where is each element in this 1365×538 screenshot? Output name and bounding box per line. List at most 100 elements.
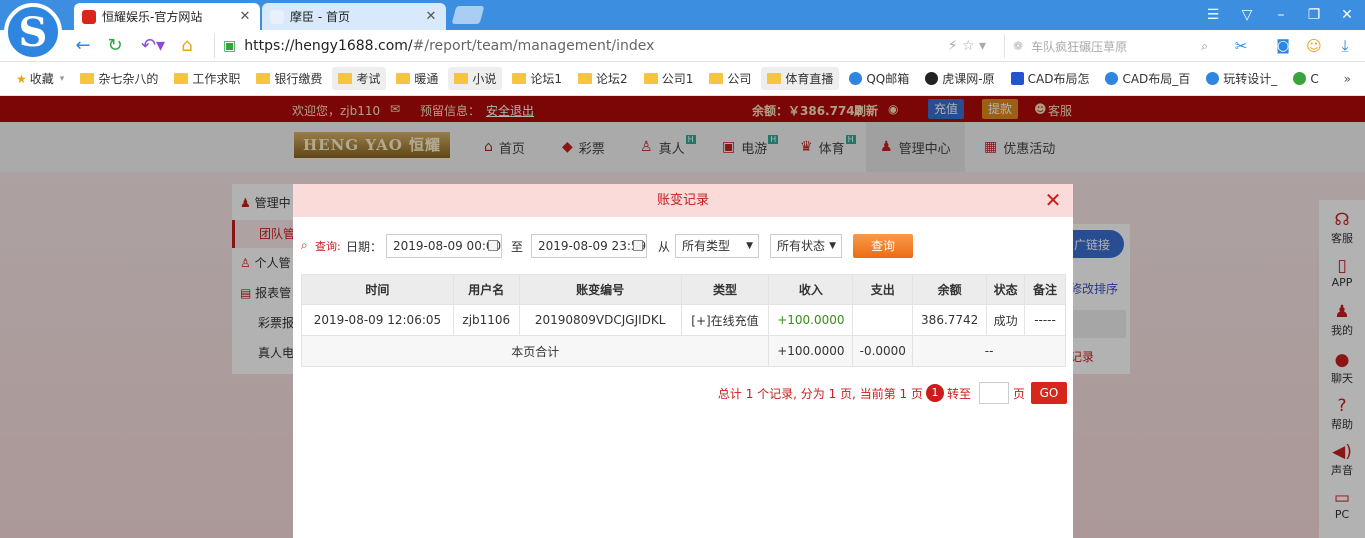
close-icon[interactable]: ✕ <box>1041 188 1065 212</box>
bookmark-folder[interactable]: 公司 <box>703 67 757 90</box>
close-window-icon[interactable]: ✕ <box>1336 4 1358 26</box>
bookmark-link[interactable]: CAD布局怎 <box>1005 67 1096 90</box>
status-select[interactable]: 所有状态 ▼ <box>770 234 842 258</box>
column-header: 余额 <box>912 274 988 305</box>
cad-icon <box>1010 72 1024 85</box>
bookmark-folder[interactable]: 银行缴费 <box>250 67 328 90</box>
chevron-down-icon: ▼ <box>829 241 836 251</box>
summary-row: 本页合计 +100.0000 -0.0000 -- <box>300 335 1066 367</box>
address-bar: ← ↻ ↶▾ ⌂ ▣ https://hengy1688.com/#/repor… <box>0 30 1365 62</box>
table-header-row: 时间 用户名 账变编号 类型 收入 支出 余额 状态 备注 <box>301 274 1066 305</box>
maximize-icon[interactable]: ❐ <box>1303 4 1325 26</box>
folder-icon <box>454 73 469 84</box>
site-favicon-icon <box>270 9 284 24</box>
download-icon[interactable]: ⤓ <box>1334 35 1356 57</box>
cell-id: 20190809VDCJGJIDKL <box>518 304 682 336</box>
bookmark-link[interactable]: 玩转设计_ <box>1200 67 1283 90</box>
folder-icon <box>512 73 527 84</box>
skin-icon[interactable]: ▽ <box>1236 4 1258 26</box>
column-header: 用户名 <box>452 274 520 305</box>
browser-logo-icon[interactable]: S <box>4 3 62 61</box>
search-placeholder: 车队疯狂碾压草原 <box>1031 39 1128 54</box>
back-icon[interactable]: ← <box>72 35 94 57</box>
modal-title: 账变记录 <box>656 193 709 208</box>
search-input[interactable]: ❁ 车队疯狂碾压草原 ⌕ <box>1004 34 1214 58</box>
bookmark-folder[interactable]: 工作求职 <box>168 67 246 90</box>
close-tab-icon[interactable]: ✕ <box>238 9 252 24</box>
close-tab-icon[interactable]: ✕ <box>424 9 438 24</box>
current-page-badge[interactable]: 1 <box>925 384 944 402</box>
bookmark-folder[interactable]: 体育直播 <box>761 67 840 90</box>
from-label: 从 <box>658 240 671 254</box>
calendar-icon <box>488 240 498 251</box>
calendar-icon <box>633 240 643 251</box>
tiger-icon <box>925 72 939 85</box>
search-icon[interactable]: ⌕ <box>1201 39 1208 54</box>
star-icon: ★ <box>16 71 27 86</box>
query-row: ⌕ 查询: 日期： 2019-08-09 00:00 至 2019-08-09 … <box>301 234 1061 258</box>
page-number-input[interactable] <box>978 382 1009 404</box>
reload-icon[interactable]: ↻ <box>104 35 126 57</box>
more-bookmarks-icon[interactable]: » <box>1344 72 1351 86</box>
menu-icon[interactable]: ☰ <box>1202 4 1224 26</box>
folder-icon <box>709 73 724 84</box>
cell-time: 2019-08-09 12:06:05 <box>301 304 454 336</box>
tab-hengyao[interactable]: 恒耀娱乐-官方网站 ✕ <box>74 3 260 30</box>
bookmark-folder[interactable]: 暖通 <box>390 67 444 90</box>
start-date-input[interactable]: 2019-08-09 00:00 <box>386 234 502 258</box>
undo-icon[interactable]: ↶▾ <box>138 35 168 57</box>
bookmark-folder[interactable]: 杂七杂八的 <box>74 67 164 90</box>
bookmark-folder[interactable]: 考试 <box>332 67 387 90</box>
folder-icon <box>396 73 411 84</box>
summary-expense: -0.0000 <box>852 335 914 367</box>
cell-note: ----- <box>1024 304 1066 336</box>
link-icon <box>1293 72 1307 85</box>
tab-title: 摩臣 - 首页 <box>290 10 350 24</box>
new-tab-button[interactable] <box>451 6 485 24</box>
emoji-icon[interactable]: ☺ <box>1303 35 1325 57</box>
column-header: 备注 <box>1024 274 1066 305</box>
tab-title: 恒耀娱乐-官方网站 <box>102 10 203 24</box>
scissors-icon[interactable]: ✂ <box>1230 35 1252 57</box>
bookmark-link[interactable]: 虎课网-原 <box>919 67 1000 90</box>
tab-mochen[interactable]: 摩臣 - 首页 ✕ <box>262 3 446 30</box>
url-field[interactable]: ▣ https://hengy1688.com/#/report/team/ma… <box>214 34 994 58</box>
bookmark-link[interactable]: CAD布局_百 <box>1099 67 1196 90</box>
column-header: 账变编号 <box>518 274 682 305</box>
bookmark-folder[interactable]: 公司1 <box>638 67 700 90</box>
bookmark-folder[interactable]: 论坛1 <box>506 67 568 90</box>
column-header: 支出 <box>852 274 914 305</box>
bookmark-link[interactable]: QQ邮箱 <box>843 67 915 90</box>
column-header: 类型 <box>680 274 770 305</box>
bookmark-folder[interactable]: 论坛2 <box>572 67 634 90</box>
jump-label: 转至 <box>946 386 971 401</box>
baidu-paw-icon <box>1206 72 1220 85</box>
translate-icon[interactable]: ◙ <box>1272 35 1294 57</box>
record-table: 时间 用户名 账变编号 类型 收入 支出 余额 状态 备注 2019-08-09… <box>300 274 1066 367</box>
summary-income: +100.0000 <box>768 335 854 367</box>
query-button[interactable]: 查询 <box>853 234 913 258</box>
bookmark-folder[interactable]: 小说 <box>448 67 503 90</box>
browser-tab-bar: S 恒耀娱乐-官方网站 ✕ 摩臣 - 首页 ✕ ☰ ▽ – ❐ ✕ <box>0 0 1365 61</box>
cell-expense <box>852 304 914 336</box>
folder-icon <box>578 73 593 84</box>
bookmark-favorites[interactable]: ★ 收藏 ▾ <box>10 67 70 90</box>
summary-rest: -- <box>912 335 1066 367</box>
bookmark-link[interactable]: C <box>1287 69 1324 89</box>
folder-icon <box>174 73 189 84</box>
folder-icon <box>256 73 271 84</box>
folder-icon <box>80 73 95 84</box>
star-icon[interactable]: ⚡ ☆ ▾ <box>948 38 986 54</box>
minimize-icon[interactable]: – <box>1270 4 1292 26</box>
transaction-record-modal: 账变记录 ✕ ⌕ 查询: 日期： 2019-08-09 00:00 至 2019… <box>293 184 1073 538</box>
modal-header: 账变记录 ✕ <box>293 184 1073 217</box>
folder-icon <box>338 73 353 84</box>
folder-icon <box>767 73 782 84</box>
table-row: 2019-08-09 12:06:05 zjb1106 20190809VDCJ… <box>301 304 1066 336</box>
go-button[interactable]: GO <box>1031 382 1067 404</box>
column-header: 时间 <box>301 274 454 305</box>
type-select[interactable]: 所有类型 ▼ <box>675 234 759 258</box>
home-icon[interactable]: ⌂ <box>176 35 198 57</box>
date-label: 日期： <box>346 240 383 254</box>
end-date-input[interactable]: 2019-08-09 23:59 <box>531 234 647 258</box>
